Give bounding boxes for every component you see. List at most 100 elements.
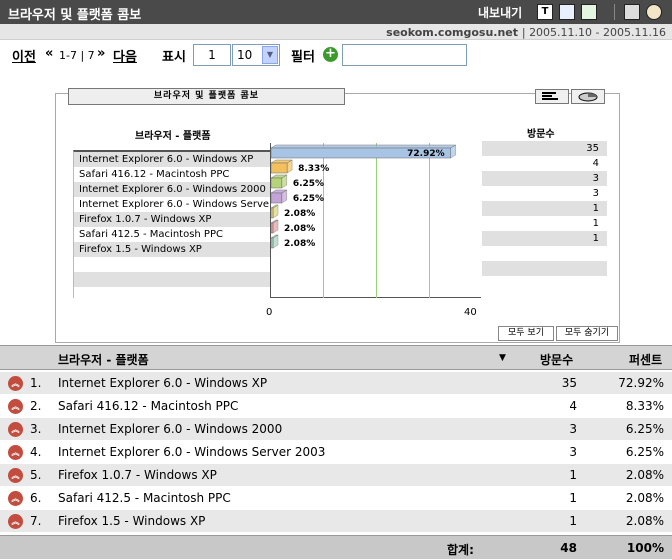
chart-value: 3 (482, 171, 607, 186)
row-toggle-icon[interactable]: ︽ (8, 422, 23, 437)
row-visits: 35 (561, 376, 577, 390)
column-header-visits[interactable]: 방문수 (540, 351, 573, 368)
table-header: 브라우저 - 플랫폼 ▼ 방문수 퍼센트 (0, 345, 672, 370)
chart-value: 3 (482, 186, 607, 201)
bar-chart-icon (542, 92, 558, 100)
prev-arrow-icon[interactable]: « (45, 46, 53, 61)
show-count-value: 10 (237, 48, 253, 62)
chart-value-empty (482, 246, 607, 261)
column-header-name[interactable]: 브라우저 - 플랫폼 (58, 351, 149, 368)
chevron-down-icon[interactable]: ▼ (262, 46, 278, 64)
next-link[interactable]: 다음 (113, 46, 137, 65)
chart-value-list: 35 4 3 3 1 1 1 (482, 141, 607, 277)
chart-label: Firefox 1.0.7 - Windows XP (74, 212, 271, 227)
row-percent: 72.92% (618, 376, 664, 390)
column-header-percent[interactable]: 퍼센트 (629, 351, 662, 368)
row-toggle-icon[interactable]: ︽ (8, 514, 23, 529)
row-toggle-icon[interactable]: ︽ (8, 376, 23, 391)
hide-all-button[interactable]: 모두 숨기기 (556, 326, 618, 341)
add-filter-icon[interactable]: + (323, 47, 338, 62)
bar (271, 207, 274, 219)
filter-input[interactable] (342, 44, 467, 66)
table-row: ︽ 3. Internet Explorer 6.0 - Windows 200… (0, 418, 672, 441)
total-label: 합계: (447, 543, 474, 557)
bar (271, 177, 283, 189)
chart-value: 1 (482, 216, 607, 231)
bar-view-button[interactable] (535, 89, 569, 104)
chart-value-empty (482, 261, 607, 276)
row-percent: 2.08% (625, 468, 664, 482)
row-name: Firefox 1.5 - Windows XP (58, 514, 206, 528)
bar-data-label: 2.08% (284, 224, 315, 234)
info-row: seokom.comgosu.net | 2005.11.10 - 2005.1… (0, 24, 672, 40)
filter-label: 필터 (291, 50, 315, 65)
row-percent: 2.08% (625, 514, 664, 528)
show-start-input[interactable]: 1 (193, 44, 231, 66)
bar-data-label: 6.25% (293, 179, 324, 189)
show-label: 표시 (162, 50, 186, 65)
chart-label: Safari 416.12 - Macintosh PPC (74, 167, 271, 182)
chart-label-list: Internet Explorer 6.0 - Windows XP Safar… (73, 150, 271, 298)
chart-value: 1 (482, 231, 607, 246)
toolbar-divider (614, 4, 615, 20)
pie-chart-icon (578, 92, 598, 102)
row-name: Firefox 1.0.7 - Windows XP (58, 468, 217, 482)
row-visits: 3 (569, 422, 577, 436)
sort-desc-icon[interactable]: ▼ (499, 353, 506, 363)
row-name: Safari 416.12 - Macintosh PPC (58, 399, 239, 413)
row-rank: 4. (30, 445, 42, 459)
bar-data-label: 72.92% (407, 149, 445, 159)
show-count-select[interactable]: 10 ▼ (232, 44, 280, 66)
chart-label: Internet Explorer 6.0 - Windows XP (74, 152, 271, 167)
pie-view-button[interactable] (571, 89, 605, 104)
prev-link[interactable]: 이전 (12, 46, 36, 65)
bar-data-label: 2.08% (284, 239, 315, 249)
row-toggle-icon[interactable]: ︽ (8, 491, 23, 506)
settings-icon[interactable] (646, 4, 662, 20)
chart-label-empty (74, 257, 271, 272)
chart-value-header: 방문수 (527, 129, 555, 140)
row-rank: 5. (30, 468, 42, 482)
xml-export-icon[interactable] (559, 4, 575, 20)
bar (271, 192, 283, 204)
row-percent: 6.25% (625, 445, 664, 459)
chart-label: Safari 412.5 - Macintosh PPC (74, 227, 271, 242)
row-name: Safari 412.5 - Macintosh PPC (58, 491, 231, 505)
next-arrow-icon[interactable]: » (97, 46, 105, 61)
row-name: Internet Explorer 6.0 - Windows Server 2… (58, 445, 326, 459)
total-visits: 48 (560, 541, 577, 555)
row-visits: 1 (569, 514, 577, 528)
row-visits: 1 (569, 468, 577, 482)
row-toggle-icon[interactable]: ︽ (8, 445, 23, 460)
row-toggle-icon[interactable]: ︽ (8, 468, 23, 483)
excel-export-icon[interactable] (581, 4, 597, 20)
print-icon[interactable] (624, 4, 640, 20)
title-bar: 브라우저 및 플랫폼 콤보 내보내기 T (0, 0, 672, 24)
table-row: ︽ 1. Internet Explorer 6.0 - Windows XP … (0, 372, 672, 395)
bar-top (271, 144, 457, 149)
x-tick-label: 0 (266, 307, 273, 318)
chart-title: 브라우저 및 플랫폼 콤보 (68, 88, 345, 105)
row-rank: 6. (30, 491, 42, 505)
page-range: 1-7 | 7 (59, 49, 95, 62)
export-label: 내보내기 (478, 6, 523, 20)
chart-label-header: 브라우저 - 플랫폼 (135, 131, 211, 142)
bar (271, 162, 288, 174)
row-visits: 4 (569, 399, 577, 413)
row-name: Internet Explorer 6.0 - Windows 2000 (58, 422, 283, 436)
bar-chart: 72.92% 8.33% 6.25% 6.25% 2.08% 2.08% 2.08% (271, 144, 457, 249)
row-rank: 1. (30, 376, 42, 390)
show-all-button[interactable]: 모두 보기 (498, 326, 554, 341)
row-visits: 1 (569, 491, 577, 505)
table-row: ︽ 4. Internet Explorer 6.0 - Windows Ser… (0, 441, 672, 464)
chart-value: 4 (482, 156, 607, 171)
table-row: ︽ 2. Safari 416.12 - Macintosh PPC 4 8.3… (0, 395, 672, 418)
row-toggle-icon[interactable]: ︽ (8, 399, 23, 414)
table-total-row: 합계: 48 100% (0, 535, 672, 559)
table-row: ︽ 7. Firefox 1.5 - Windows XP 1 2.08% (0, 510, 672, 533)
site-info: seokom.comgosu.net | 2005.11.10 - 2005.1… (386, 26, 666, 39)
text-export-icon[interactable]: T (537, 4, 553, 20)
chart-label: Internet Explorer 6.0 - Windows Server 2… (74, 197, 271, 212)
chart-plot-area: 72.92% 8.33% 6.25% 6.25% 2.08% 2.08% 2.08% (270, 143, 481, 298)
bar (271, 222, 274, 234)
